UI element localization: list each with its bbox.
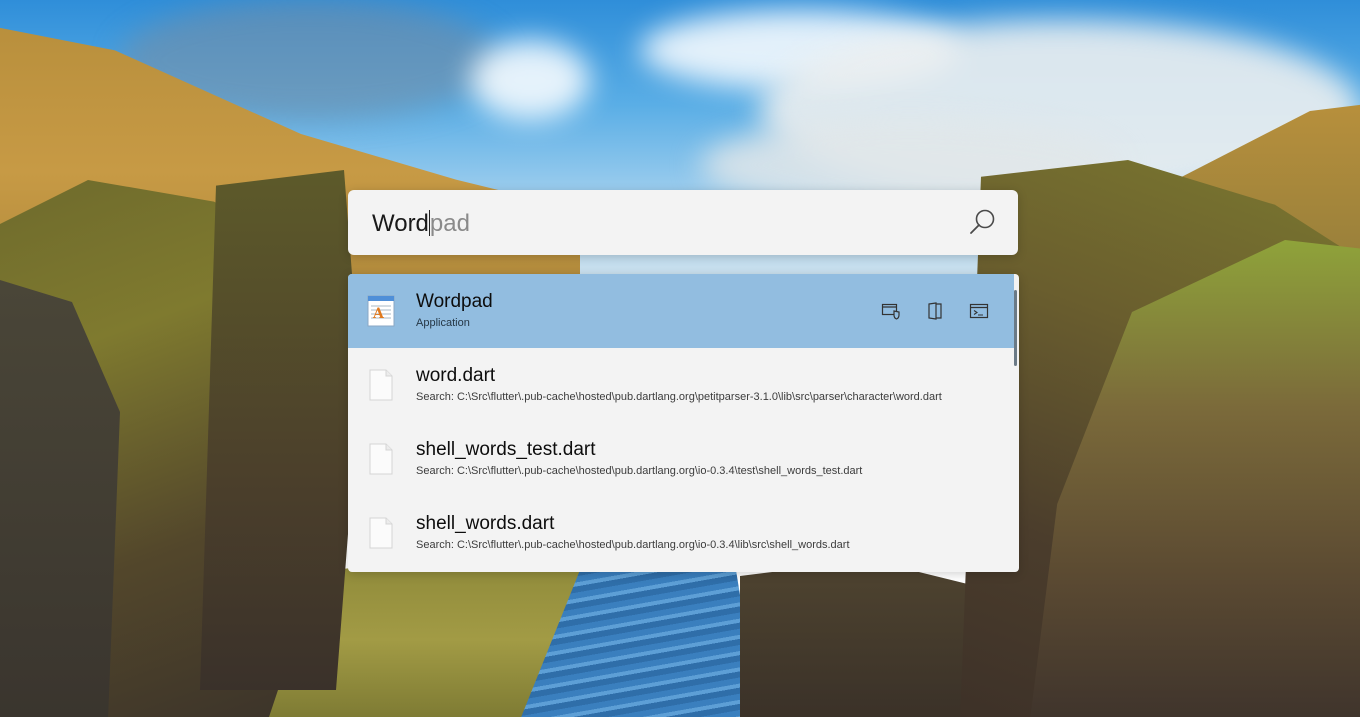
result-title: shell_words.dart xyxy=(416,513,555,534)
result-path: Search: C:\Src\flutter\.pub-cache\hosted… xyxy=(416,465,863,477)
run-as-admin-icon xyxy=(881,303,900,320)
result-item-file[interactable]: shell_words_test.dart Search: C:\Src\flu… xyxy=(348,422,1014,496)
search-input[interactable]: Wordpad xyxy=(372,210,470,238)
open-console-button[interactable] xyxy=(966,300,992,322)
search-button[interactable] xyxy=(968,207,998,237)
result-path: Search: C:\Src\flutter\.pub-cache\hosted… xyxy=(416,391,942,403)
result-item-file[interactable]: word.dart Search: C:\Src\flutter\.pub-ca… xyxy=(348,348,1014,422)
result-path: Search: C:\Src\flutter\.pub-cache\hosted… xyxy=(416,539,850,551)
open-console-icon xyxy=(969,303,989,319)
wordpad-app-icon: A xyxy=(367,294,395,328)
search-box[interactable]: Wordpad xyxy=(348,190,1018,255)
search-icon xyxy=(970,209,995,234)
search-autocomplete-hint: pad xyxy=(429,210,470,237)
file-icon xyxy=(367,442,395,476)
file-icon xyxy=(367,368,395,402)
svg-text:A: A xyxy=(372,306,385,322)
file-icon xyxy=(367,516,395,550)
results-scrollbar[interactable] xyxy=(1013,274,1018,572)
result-title: word.dart xyxy=(416,365,496,386)
result-item-wordpad[interactable]: A Wordpad Application xyxy=(348,274,1014,348)
result-actions xyxy=(878,300,992,322)
result-title: Wordpad xyxy=(416,291,493,312)
open-location-icon xyxy=(928,302,942,320)
open-location-button[interactable] xyxy=(922,300,948,322)
result-item-file[interactable]: shell_words.dart Search: C:\Src\flutter\… xyxy=(348,496,1014,570)
run-as-admin-button[interactable] xyxy=(878,300,904,322)
results-list: A Wordpad Application word.dart Search: … xyxy=(348,274,1019,572)
search-query-text: Word xyxy=(372,210,429,237)
scrollbar-thumb[interactable] xyxy=(1014,290,1017,366)
result-title: shell_words_test.dart xyxy=(416,439,596,460)
